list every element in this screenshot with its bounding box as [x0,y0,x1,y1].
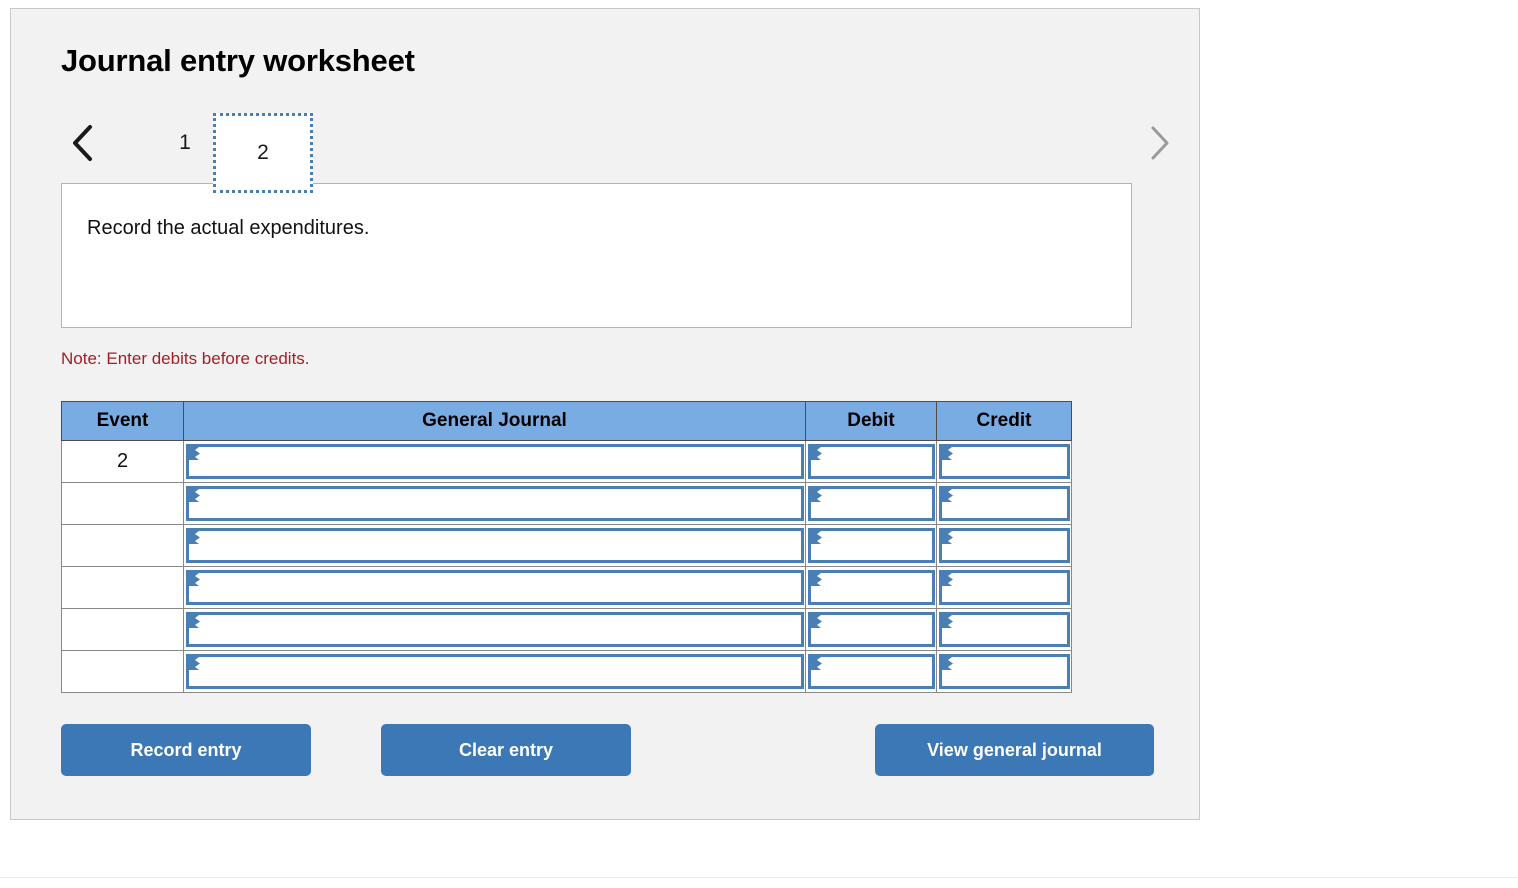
dropdown-flag-icon [811,489,823,502]
pager-tab-2[interactable]: 2 [213,113,313,193]
table-row [61,524,1072,567]
debit-input[interactable] [808,486,935,521]
page-title: Journal entry worksheet [61,43,415,78]
dropdown-flag-icon [811,657,823,670]
dropdown-flag-icon [189,657,201,670]
pager-tab-1[interactable]: 1 [157,113,213,173]
dropdown-flag-icon [189,573,201,586]
dropdown-flag-icon [811,573,823,586]
debit-input-cell [805,482,937,525]
general-journal-input-cell [183,650,806,693]
dropdown-flag-icon [811,447,823,460]
chevron-left-icon [69,123,97,163]
event-cell [61,650,184,693]
chevron-right-icon [1145,123,1173,163]
credit-input-cell [936,608,1072,651]
table-header-row: Event General Journal Debit Credit [61,401,1072,441]
table-row [61,566,1072,609]
page-bottom-divider [0,877,1518,878]
event-cell [61,482,184,525]
dropdown-flag-icon [189,447,201,460]
credit-input[interactable] [939,444,1070,479]
pager-tab-label: 1 [179,131,191,154]
credit-input[interactable] [939,570,1070,605]
column-header-credit: Credit [936,401,1072,441]
dropdown-flag-icon [942,657,954,670]
debit-input-cell [805,524,937,567]
dropdown-flag-icon [942,447,954,460]
event-cell [61,524,184,567]
table-row [61,650,1072,693]
record-entry-button[interactable]: Record entry [61,724,311,776]
general-journal-input[interactable] [186,654,804,689]
table-row [61,608,1072,651]
debits-before-credits-note: Note: Enter debits before credits. [61,349,310,368]
event-cell [61,566,184,609]
dropdown-flag-icon [942,573,954,586]
general-journal-input[interactable] [186,486,804,521]
general-journal-input-cell [183,524,806,567]
general-journal-input-cell [183,608,806,651]
event-cell [61,608,184,651]
credit-input-cell [936,524,1072,567]
debit-input[interactable] [808,570,935,605]
general-journal-input-cell [183,440,806,483]
debit-input-cell [805,440,937,483]
table-row [61,482,1072,525]
journal-entry-worksheet-panel: Journal entry worksheet 1 2 Record the a… [10,8,1200,820]
dropdown-flag-icon [811,615,823,628]
credit-input-cell [936,482,1072,525]
credit-input-cell [936,650,1072,693]
general-journal-input[interactable] [186,612,804,647]
pager-tab-label: 2 [257,141,269,164]
debit-input[interactable] [808,528,935,563]
debit-input-cell [805,566,937,609]
column-header-general-journal: General Journal [183,401,806,441]
transaction-prompt-box: Record the actual expenditures. [61,183,1132,328]
table-row: 2 [61,440,1072,483]
dropdown-flag-icon [942,531,954,544]
dropdown-flag-icon [189,615,201,628]
general-journal-input[interactable] [186,528,804,563]
debit-input[interactable] [808,612,935,647]
transaction-prompt-text: Record the actual expenditures. [87,217,370,239]
credit-input[interactable] [939,486,1070,521]
dropdown-flag-icon [942,615,954,628]
debit-input-cell [805,650,937,693]
column-header-event: Event [61,401,184,441]
general-journal-input-cell [183,482,806,525]
worksheet-pager: 1 2 [61,105,1181,193]
column-header-debit: Debit [805,401,937,441]
next-entry-button[interactable] [1137,113,1181,173]
debit-input-cell [805,608,937,651]
debit-input[interactable] [808,444,935,479]
journal-entry-table: Event General Journal Debit Credit 2 [61,401,1072,693]
event-cell: 2 [61,440,184,483]
credit-input[interactable] [939,654,1070,689]
credit-input-cell [936,440,1072,483]
dropdown-flag-icon [189,531,201,544]
general-journal-input[interactable] [186,444,804,479]
dropdown-flag-icon [811,531,823,544]
clear-entry-button[interactable]: Clear entry [381,724,631,776]
general-journal-input-cell [183,566,806,609]
journal-entry-rows: 2 [61,440,1072,693]
credit-input[interactable] [939,612,1070,647]
dropdown-flag-icon [189,489,201,502]
view-general-journal-button[interactable]: View general journal [875,724,1154,776]
previous-entry-button[interactable] [61,113,105,173]
debit-input[interactable] [808,654,935,689]
general-journal-input[interactable] [186,570,804,605]
dropdown-flag-icon [942,489,954,502]
credit-input[interactable] [939,528,1070,563]
credit-input-cell [936,566,1072,609]
